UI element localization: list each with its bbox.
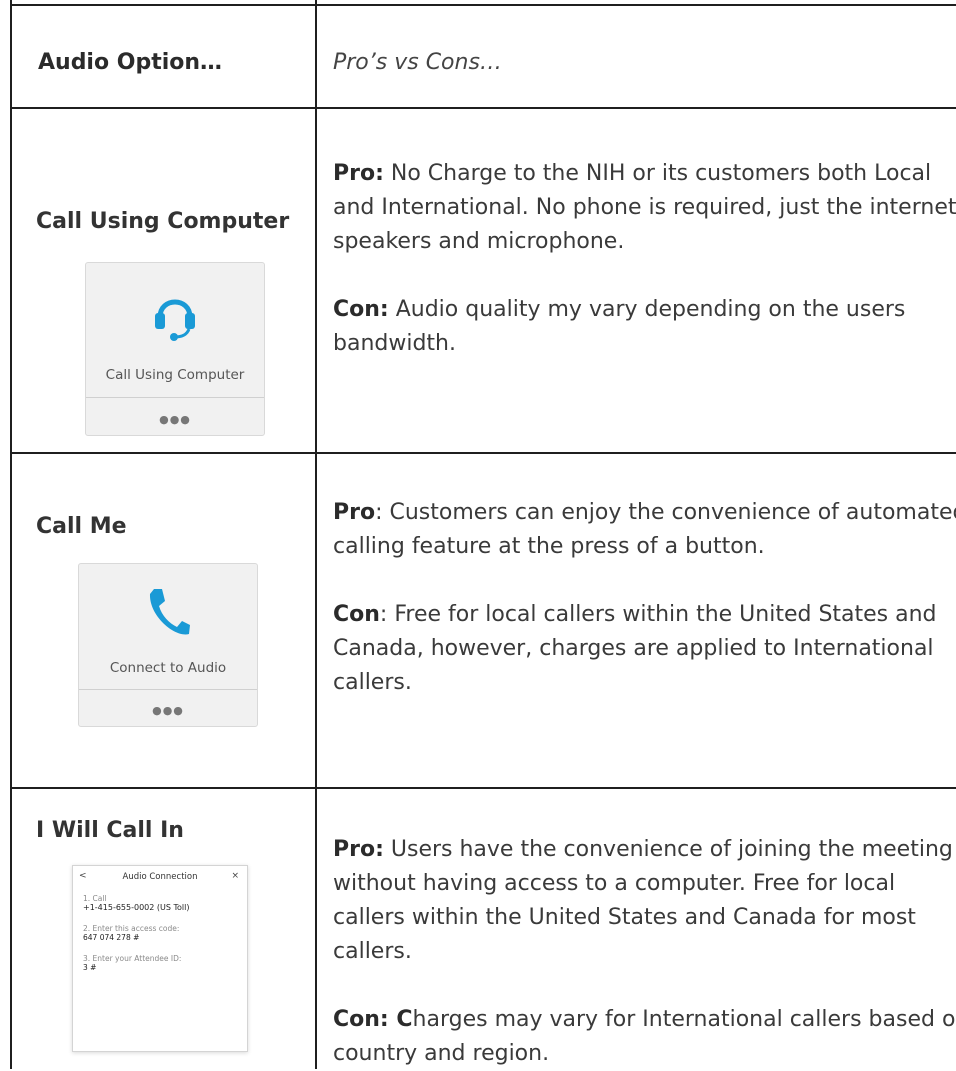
table-column-divider — [315, 0, 317, 1069]
pro-text: : Customers can enjoy the convenience of… — [333, 500, 956, 559]
audio-options-table: Audio Option… Pro’s vs Cons… Call Using … — [0, 0, 956, 1069]
audio-connection-panel: < Audio Connection × 1. Call +1-415-655-… — [72, 865, 248, 1052]
pro-label: Pro: — [333, 837, 384, 862]
access-code-step: 2. Enter this access code: 647 074 278 # — [83, 924, 180, 942]
pro-text: No Charge to the NIH or its customers bo… — [333, 161, 956, 254]
con-label: Con: C — [333, 1007, 413, 1032]
con-text: Audio quality my vary depending on the u… — [333, 297, 906, 356]
button-divider — [86, 397, 264, 398]
connect-to-audio-button[interactable]: Connect to Audio ●●● — [78, 563, 258, 727]
attendee-id-step: 3. Enter your Attendee ID: 3 # — [83, 954, 182, 972]
call-step: 1. Call +1-415-655-0002 (US Toll) — [83, 894, 190, 912]
row1-pros-cons: Pro: No Charge to the NIH or its custome… — [333, 157, 956, 361]
table-border-left — [10, 0, 12, 1069]
headset-icon — [155, 299, 195, 341]
con-label: Con — [333, 602, 380, 627]
button-divider — [79, 689, 257, 690]
option-i-will-call-in: I Will Call In — [36, 818, 184, 843]
panel-title: Audio Connection — [122, 872, 198, 882]
table-row-divider — [10, 107, 956, 109]
pro-label: Pro — [333, 500, 376, 525]
pro-text: Users have the convenience of joining th… — [333, 837, 953, 964]
close-icon[interactable]: × — [231, 871, 239, 881]
button-caption: Call Using Computer — [105, 367, 245, 383]
phone-icon — [149, 589, 190, 635]
con-text: : Free for local callers within the Unit… — [333, 602, 937, 695]
button-caption: Connect to Audio — [109, 660, 227, 676]
call-using-computer-button[interactable]: Call Using Computer ●●● — [85, 262, 265, 436]
header-audio-option: Audio Option… — [38, 50, 223, 75]
pro-label: Pro: — [333, 161, 384, 186]
more-options-icon[interactable]: ●●● — [79, 704, 257, 717]
option-call-me: Call Me — [36, 514, 127, 539]
table-row-divider — [10, 787, 956, 789]
con-text: harges may vary for International caller… — [333, 1007, 956, 1066]
table-row-divider — [10, 452, 956, 454]
con-label: Con: — [333, 297, 389, 322]
header-pros-vs-cons: Pro’s vs Cons… — [333, 50, 502, 75]
option-call-using-computer: Call Using Computer — [36, 209, 290, 234]
row2-pros-cons: Pro: Customers can enjoy the convenience… — [333, 496, 956, 700]
row3-pros-cons: Pro: Users have the convenience of joini… — [333, 833, 956, 1071]
more-options-icon[interactable]: ●●● — [86, 413, 264, 426]
table-border-top — [10, 4, 956, 6]
